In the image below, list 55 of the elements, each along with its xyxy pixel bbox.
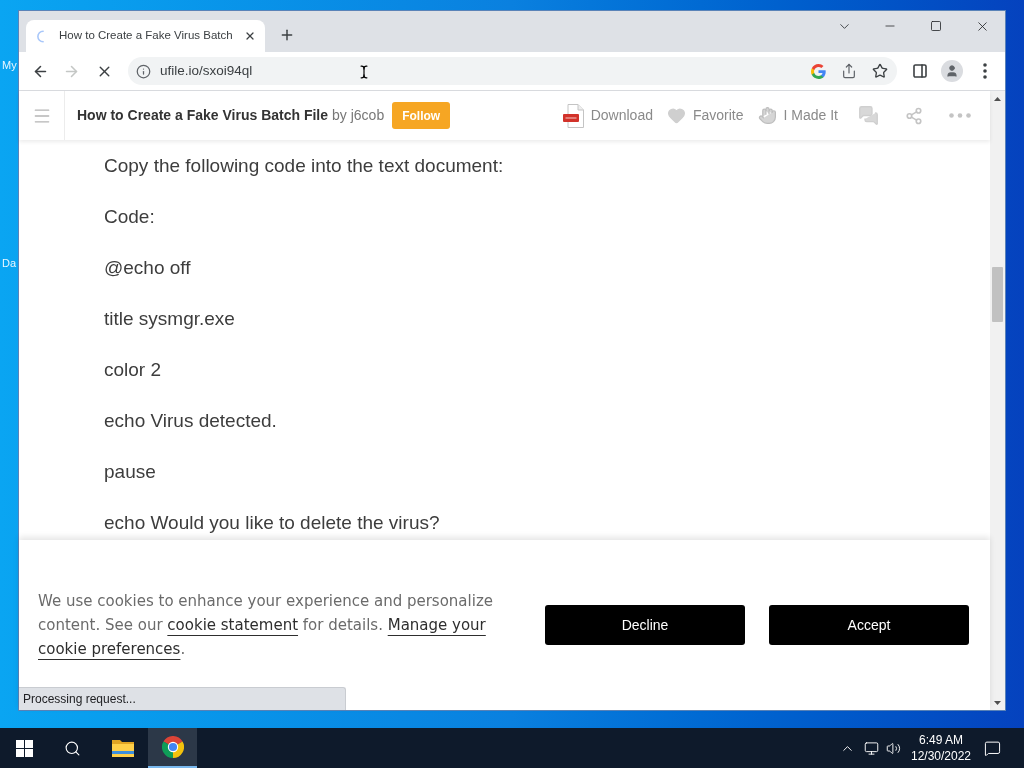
plus-icon: [279, 27, 295, 43]
network-icon: [863, 740, 879, 756]
clock-date: 12/30/2022: [910, 748, 972, 764]
scroll-up-arrow-icon[interactable]: [994, 96, 1001, 101]
address-bar[interactable]: ufile.io/sxoi94ql: [128, 57, 897, 85]
bookmark-star-icon[interactable]: [872, 63, 888, 79]
share-page-icon[interactable]: [841, 63, 857, 79]
heart-icon: [666, 106, 686, 125]
article-line: echo Virus detected.: [104, 409, 278, 433]
menu-dots-icon: [983, 63, 987, 79]
share-icon: [905, 106, 923, 125]
article-line: echo Would you like to delete the virus?: [104, 511, 441, 535]
search-icon: [63, 739, 81, 757]
clock-button[interactable]: 6:49 AM 12/30/2022: [908, 728, 974, 768]
tutorial-title: How to Create a Fake Virus Batch File: [77, 106, 329, 125]
pdf-file-icon: [562, 103, 584, 128]
scrollbar-track[interactable]: [990, 91, 1005, 710]
scroll-down-arrow-icon[interactable]: [994, 700, 1001, 705]
clock-time: 6:49 AM: [919, 732, 963, 748]
author-byline[interactable]: by j6cob: [332, 105, 385, 126]
article-line: color 2: [104, 358, 163, 382]
text-link[interactable]: cookie preferences: [38, 640, 181, 658]
article-line: Copy the following code into the text document:: [104, 154, 505, 178]
hand-icon: [757, 106, 777, 125]
cookie-notice-text: We use cookies to enhance your experience and personalize content. See our cookie statement for details. Manage your cookie preferences.: [38, 591, 494, 660]
chrome-logo-icon: [161, 736, 184, 758]
url-field[interactable]: ufile.io/sxoi94ql: [160, 61, 811, 81]
site-info-icon[interactable]: [136, 63, 151, 79]
browser-tab[interactable]: How to Create a Fake Virus Batch: [26, 20, 265, 52]
maximize-icon: [930, 20, 942, 32]
side-panel-icon: [912, 63, 928, 79]
article-line: Code:: [104, 205, 156, 229]
comments-icon: [857, 105, 879, 126]
scrollbar-thumb[interactable]: [992, 267, 1003, 322]
folder-icon: [111, 737, 134, 757]
article-line: @echo off: [104, 256, 192, 280]
text-link[interactable]: Manage your: [387, 616, 486, 634]
speaker-icon: [885, 740, 901, 756]
more-icon: [949, 113, 971, 118]
decline-button[interactable]: Decline: [545, 605, 745, 645]
article-line: pause: [104, 460, 157, 484]
taskbar-app-button[interactable]: [148, 728, 197, 768]
status-bubble: Processing request...: [19, 687, 346, 710]
text-link[interactable]: cookie statement: [167, 616, 299, 634]
download-button[interactable]: Download: [562, 103, 653, 128]
made-it-button[interactable]: I Made It: [757, 105, 838, 126]
notification-icon: [983, 739, 1001, 757]
loading-spinner-icon: [37, 29, 44, 43]
favorite-button[interactable]: Favorite: [666, 105, 744, 126]
article-line: title sysmgr.exe: [104, 307, 236, 331]
tab-close-icon[interactable]: [244, 30, 256, 42]
profile-avatar-icon: [941, 60, 963, 82]
accept-button[interactable]: Accept: [769, 605, 969, 645]
windows-logo-icon: [15, 739, 33, 757]
google-g-icon[interactable]: [811, 63, 826, 79]
